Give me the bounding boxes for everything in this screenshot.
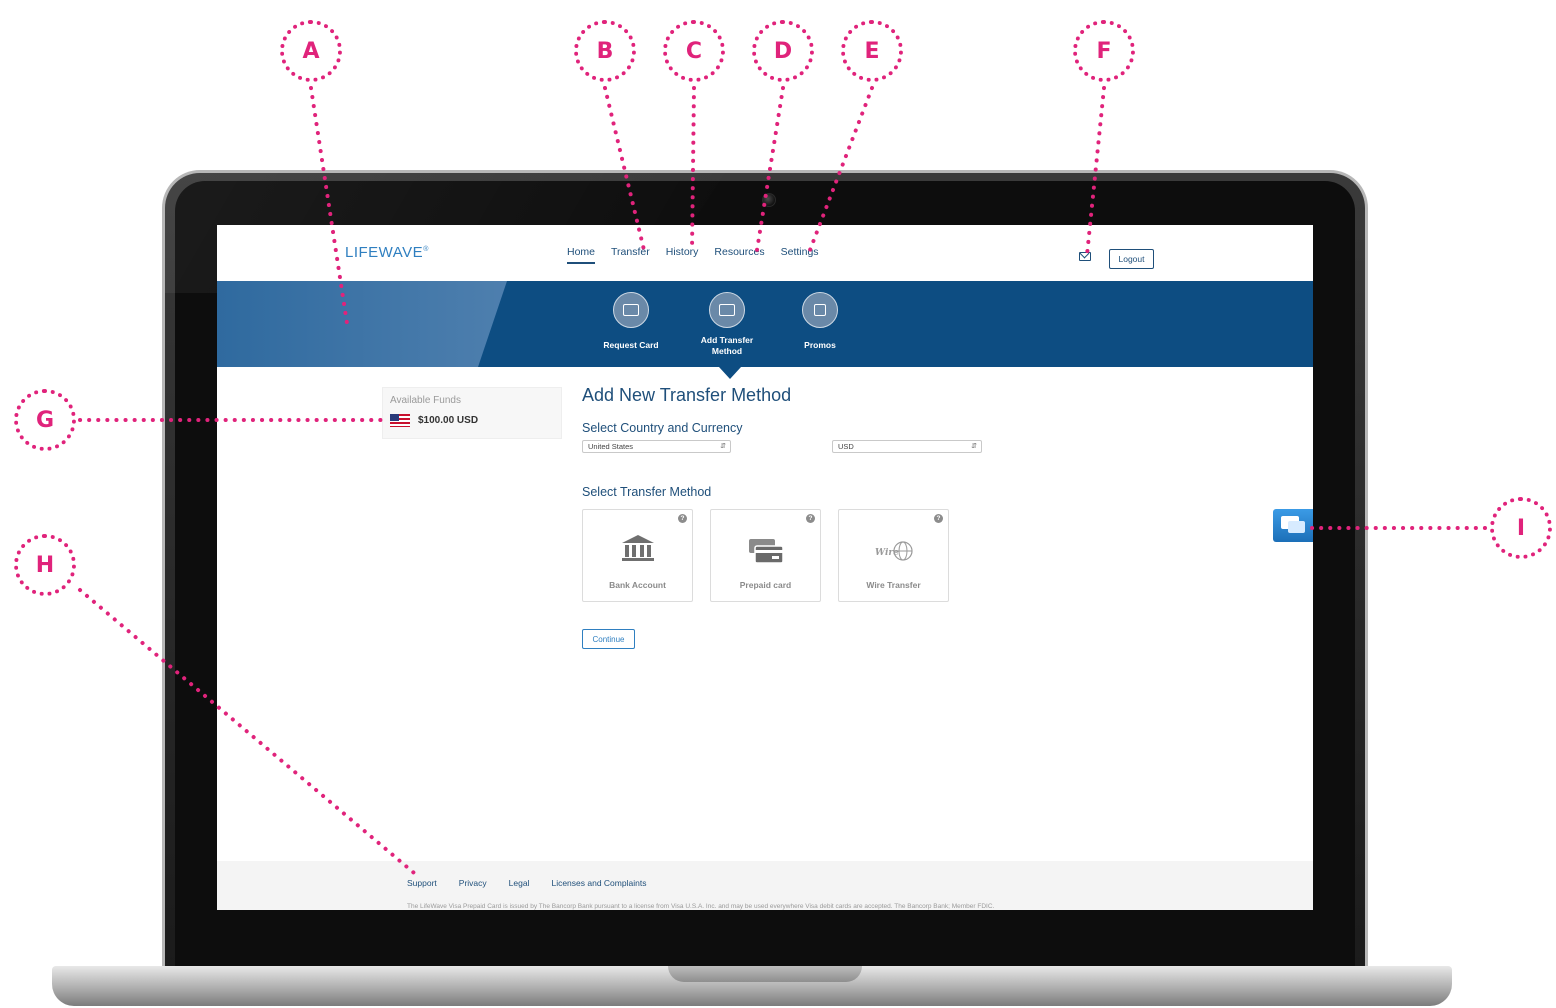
help-icon[interactable]: ? [934,514,943,523]
nav-home[interactable]: Home [567,246,596,264]
tile-add-transfer-label: Add Transfer Method [700,335,754,356]
available-funds-amount: $100.00 USD [418,415,479,426]
tile-promos-label: Promos [804,340,836,350]
callout-g: G [14,389,76,451]
callout-f: F [1073,20,1135,82]
method-card-wire-transfer[interactable]: ? Wire Wire Transfer [838,509,949,602]
app-screen: LIFEWAVE® Home Transfer History Resource… [217,225,1313,910]
lifewave-logo[interactable]: LIFEWAVE® [345,244,429,261]
camera-icon [762,193,776,207]
wire-globe-icon: Wire [875,541,913,561]
callout-h: H [14,534,76,596]
callout-d: D [752,20,814,82]
active-tile-caret [719,367,741,379]
prepaid-card-icon [748,539,784,564]
method-label-wire-transfer: Wire Transfer [866,580,921,590]
method-section-title: Select Transfer Method [582,485,712,499]
nav-resources[interactable]: Resources [714,246,764,264]
nav-settings[interactable]: Settings [781,246,819,264]
tile-add-transfer-method[interactable]: Add Transfer Method [687,281,767,357]
footer-link-privacy[interactable]: Privacy [459,878,487,888]
method-card-prepaid[interactable]: ? Prepaid card [710,509,821,602]
top-navigation: LIFEWAVE® Home Transfer History Resource… [217,225,1313,281]
nav-transfer[interactable]: Transfer [611,246,650,264]
footer-links: Support Privacy Legal Licenses and Compl… [407,878,646,888]
footer-link-legal[interactable]: Legal [509,878,530,888]
continue-button[interactable]: Continue [582,629,635,649]
callout-b: B [574,20,636,82]
method-label-bank-account: Bank Account [609,580,666,590]
currency-select[interactable]: USD ⇵ [832,440,982,453]
laptop-notch [668,966,862,982]
footer-disclaimer: The LifeWave Visa Prepaid Card is issued… [407,903,995,910]
available-funds-panel: Available Funds $100.00 USD [382,387,562,439]
us-flag-icon [390,414,410,427]
tile-request-card[interactable]: Request Card [591,281,671,351]
tile-promos[interactable]: Promos [780,281,860,351]
action-banner: Request Card Add Transfer Method Promos [217,281,1313,367]
nav-history[interactable]: History [666,246,699,264]
help-icon[interactable]: ? [806,514,815,523]
available-funds-label: Available Funds [390,395,461,406]
banner-highlight [217,281,507,367]
card-request-icon [613,292,649,328]
page-title: Add New Transfer Method [582,385,792,405]
method-card-bank-account[interactable]: ? Bank Account [582,509,693,602]
callout-a: A [280,20,342,82]
bank-icon [621,535,654,561]
transfer-method-icon [709,292,745,328]
country-select[interactable]: United States ⇵ [582,440,731,453]
callout-c: C [663,20,725,82]
footer-link-licenses[interactable]: Licenses and Complaints [551,878,646,888]
help-icon[interactable]: ? [678,514,687,523]
annotated-screenshot: LIFEWAVE® Home Transfer History Resource… [0,0,1556,1008]
footer-link-support[interactable]: Support [407,878,437,888]
tile-request-card-label: Request Card [603,340,659,350]
main-nav: Home Transfer History Resources Settings [567,246,819,264]
logout-button[interactable]: Logout [1109,249,1154,269]
envelope-icon[interactable] [1079,252,1091,261]
callout-i: I [1490,497,1552,559]
chat-bubbles-icon[interactable] [1273,509,1313,542]
country-section-title: Select Country and Currency [582,421,743,435]
gift-icon [802,292,838,328]
method-label-prepaid: Prepaid card [739,580,792,590]
footer: Support Privacy Legal Licenses and Compl… [217,861,1313,910]
callout-e: E [841,20,903,82]
